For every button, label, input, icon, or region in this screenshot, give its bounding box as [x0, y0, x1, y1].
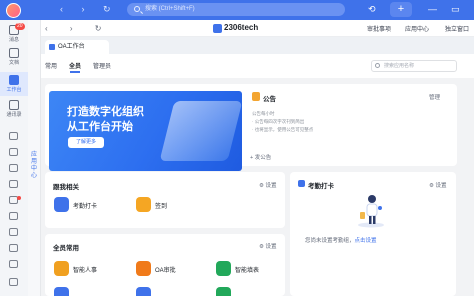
maximize-icon[interactable]: ▭ [451, 4, 460, 15]
banner-title-line1: 打造数字化组织 [67, 106, 144, 118]
settings-icon[interactable] [9, 260, 18, 268]
search-icon [375, 63, 380, 68]
grid-icon [9, 75, 19, 85]
unread-badge: 20 [15, 23, 25, 30]
left-rail: 消息 20 文档 工作台 通讯录 [0, 20, 28, 296]
all-staff-common-title: 全员常用 [53, 245, 79, 252]
app-search-input[interactable]: 搜索应用名称 [371, 60, 457, 72]
attendance-settings-link[interactable]: ⚙ 设置 [429, 181, 446, 189]
all-staff-settings-link[interactable]: ⚙ 设置 [259, 242, 276, 250]
checkin-icon [136, 197, 151, 212]
app-tab-strip: OA工作台 [41, 37, 474, 54]
announcement-text: · 也将显示，使用公告可见整点 [252, 127, 314, 132]
global-search-input[interactable]: 搜索 (Ctrl+Shift+F) [127, 3, 345, 16]
wiki-icon[interactable] [9, 228, 18, 236]
attendance-card-title: 考勤打卡 [298, 180, 334, 190]
content-nav-icons[interactable]: ‹ › ↻ [45, 24, 111, 33]
header-link-approvals[interactable]: 审批事项 [367, 24, 391, 33]
oa-app-icon [49, 44, 55, 50]
announcement-icon [252, 92, 260, 101]
user-avatar[interactable] [6, 3, 21, 18]
related-settings-link[interactable]: ⚙ 设置 [259, 181, 276, 189]
bookmark-icon[interactable] [9, 244, 18, 252]
create-plus-button[interactable]: + [390, 2, 412, 17]
tab-oa-workspace[interactable]: OA工作台 [45, 40, 109, 54]
related-to-me-title: 跟我相关 [53, 184, 79, 191]
announcement-title: 公告 [263, 96, 276, 103]
app-center-vertical-label[interactable]: 应用中心 [31, 152, 38, 180]
rail-item-docs[interactable]: 文档 [0, 48, 28, 66]
announcement-text: 公告每小时 [252, 111, 275, 116]
app-icon [136, 287, 151, 296]
header-link-standalone-window[interactable]: 独立窗口 [445, 24, 469, 33]
task-icon[interactable] [9, 180, 18, 188]
contacts-icon [9, 100, 19, 110]
more-icon[interactable] [9, 278, 18, 286]
search-icon [134, 6, 140, 12]
oa-approval-icon [136, 261, 151, 276]
app-icon [54, 287, 69, 296]
calendar-icon[interactable] [9, 132, 18, 140]
rail-item-workspace[interactable]: 工作台 [0, 72, 28, 96]
banner-graphic [159, 101, 242, 161]
document-icon [9, 48, 19, 58]
announcement-manage-link[interactable]: 管理 [429, 93, 440, 101]
header-link-app-center[interactable]: 应用中心 [405, 24, 429, 33]
video-icon[interactable] [9, 164, 18, 172]
attendance-icon [54, 197, 69, 212]
attendance-empty-message: 您尚未设置考勤组，点击设置 [305, 238, 377, 244]
secondary-rail: 应用中心 [28, 20, 41, 296]
tab-common[interactable]: 常用 [45, 61, 57, 70]
content-header: ‹ › ↻ 2306tech 审批事项 应用中心 独立窗口 [41, 20, 474, 37]
tab-admin[interactable]: 管理员 [93, 61, 111, 70]
tab-all-staff[interactable]: 全员 [69, 61, 81, 73]
history-icon[interactable]: ⟲ [368, 4, 376, 15]
form-icon [216, 261, 231, 276]
rail-item-contacts[interactable]: 通讯录 [0, 100, 28, 118]
attendance-small-icon [298, 180, 305, 187]
org-name[interactable]: 2306tech [224, 23, 258, 32]
learn-more-button[interactable]: 了解更多 [68, 137, 104, 148]
notification-dot [17, 196, 21, 200]
banner-title-line2: 从工作台开始 [67, 121, 133, 133]
hr-icon [54, 261, 69, 276]
org-logo-icon [213, 24, 222, 33]
announcement-text: · 公告每四次字次刊到简出 [252, 119, 305, 124]
promo-banner[interactable]: 打造数字化组织 从工作台开始 了解更多 [49, 91, 242, 171]
top-bar: ‹ › ↻ 搜索 (Ctrl+Shift+F) ⟲ + — ▭ [0, 0, 474, 20]
empty-state-illustration [358, 195, 384, 228]
cloud-icon[interactable] [9, 148, 18, 156]
rail-item-messages[interactable]: 消息 20 [0, 23, 28, 43]
history-nav-icons[interactable]: ‹ › ↻ [60, 4, 119, 15]
post-announcement-button[interactable]: + 发公告 [250, 153, 271, 161]
click-to-setup-link[interactable]: 点击设置 [355, 238, 377, 244]
minimize-icon[interactable]: — [428, 4, 437, 15]
related-to-me-card [45, 172, 285, 228]
workspace-subtabs: 常用 全员 管理员 搜索应用名称 [41, 54, 474, 78]
approval-icon[interactable] [9, 212, 18, 220]
app-icon [216, 287, 231, 296]
